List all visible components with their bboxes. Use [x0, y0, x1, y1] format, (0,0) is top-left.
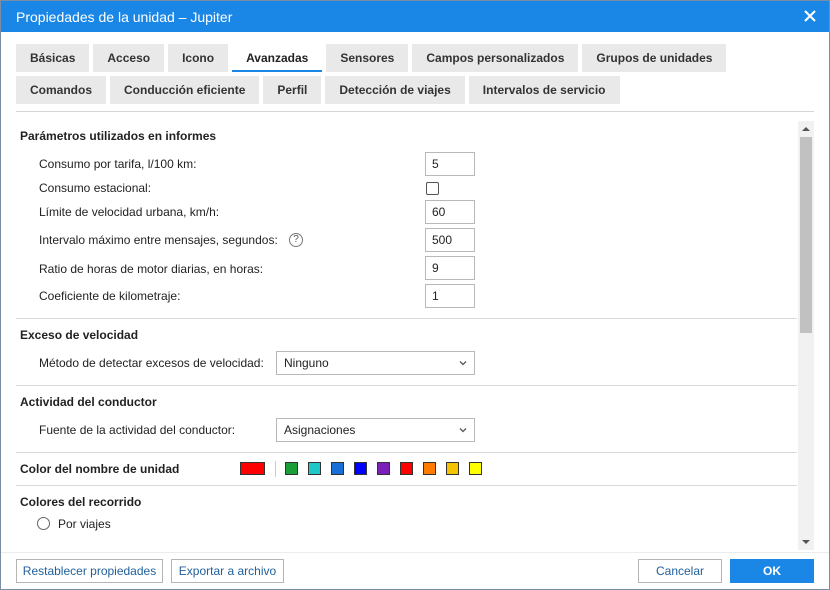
tab-grupos-de-unidades[interactable]: Grupos de unidades	[582, 44, 727, 72]
cancel-button[interactable]: Cancelar	[638, 559, 722, 583]
section-divider	[16, 385, 797, 386]
speeding-title: Exceso de velocidad	[20, 328, 139, 342]
radio-by-trips-label: Por viajes	[58, 517, 111, 531]
color-swatch[interactable]	[469, 462, 482, 475]
section-divider	[16, 452, 797, 453]
tab-acceso[interactable]: Acceso	[93, 44, 165, 72]
max-message-interval-input[interactable]: 500	[425, 228, 475, 252]
chevron-down-icon	[459, 361, 467, 366]
mileage-coefficient-input[interactable]: 1	[425, 284, 475, 308]
title-bar: Propiedades de la unidad – Jupiter	[1, 1, 829, 32]
close-icon[interactable]	[801, 7, 819, 25]
help-icon[interactable]: ?	[289, 233, 303, 247]
speeding-method-label: Método de detectar excesos de velocidad:	[39, 356, 264, 370]
content-scrollbar[interactable]	[798, 121, 814, 550]
export-to-file-button[interactable]: Exportar a archivo	[171, 559, 284, 583]
tab-perfil[interactable]: Perfil	[263, 76, 322, 104]
tab-icono[interactable]: Icono	[168, 44, 229, 72]
fuel-consumption-input[interactable]: 5	[425, 152, 475, 176]
max-message-interval-label: Intervalo máximo entre mensajes, segundo…	[39, 233, 278, 247]
driver-activity-title: Actividad del conductor	[20, 395, 157, 409]
advanced-settings-panel: Parámetros utilizados en informes Consum…	[16, 121, 797, 551]
driver-activity-source-value: Asignaciones	[284, 423, 356, 437]
tab-row-2: Comandos Conducción eficiente Perfil Det…	[16, 76, 816, 104]
tab-deteccion-de-viajes[interactable]: Detección de viajes	[325, 76, 465, 104]
palette-divider	[275, 461, 276, 477]
driver-activity-source-label: Fuente de la actividad del conductor:	[39, 423, 236, 437]
color-swatch[interactable]	[377, 462, 390, 475]
speeding-method-select[interactable]: Ninguno	[276, 351, 475, 375]
fuel-consumption-label: Consumo por tarifa, l/100 km:	[39, 157, 197, 171]
tab-conduccion-eficiente[interactable]: Conducción eficiente	[110, 76, 260, 104]
section-divider	[16, 485, 797, 486]
color-swatch[interactable]	[354, 462, 367, 475]
color-swatch[interactable]	[331, 462, 344, 475]
tab-comandos[interactable]: Comandos	[16, 76, 107, 104]
reset-properties-button[interactable]: Restablecer propiedades	[16, 559, 163, 583]
seasonal-consumption-checkbox[interactable]	[426, 182, 439, 195]
tab-sensores[interactable]: Sensores	[326, 44, 409, 72]
color-swatch[interactable]	[285, 462, 298, 475]
engine-hours-ratio-input[interactable]: 9	[425, 256, 475, 280]
report-params-title: Parámetros utilizados en informes	[20, 129, 217, 143]
color-swatch[interactable]	[423, 462, 436, 475]
selected-color-swatch[interactable]	[240, 462, 265, 475]
unit-name-color-title: Color del nombre de unidad	[20, 462, 180, 476]
mileage-coefficient-label: Coeficiente de kilometraje:	[39, 289, 181, 303]
unit-properties-dialog: Propiedades de la unidad – Jupiter Básic…	[0, 0, 830, 590]
chevron-down-icon	[459, 428, 467, 433]
color-palette	[240, 461, 482, 478]
seasonal-consumption-label: Consumo estacional:	[39, 181, 152, 195]
color-swatch[interactable]	[446, 462, 459, 475]
ok-button[interactable]: OK	[730, 559, 814, 583]
tabs-divider	[16, 111, 814, 112]
footer-divider	[1, 552, 829, 553]
color-swatch[interactable]	[308, 462, 321, 475]
speeding-method-value: Ninguno	[284, 356, 329, 370]
track-colors-title: Colores del recorrido	[20, 495, 142, 509]
section-divider	[16, 318, 797, 319]
scroll-thumb[interactable]	[800, 137, 812, 333]
tab-row-1: Básicas Acceso Icono Avanzadas Sensores …	[16, 44, 816, 72]
dialog-title: Propiedades de la unidad – Jupiter	[16, 9, 233, 25]
tab-intervalos-de-servicio[interactable]: Intervalos de servicio	[468, 76, 620, 104]
radio-by-trips[interactable]	[37, 517, 50, 530]
tab-campos-personalizados[interactable]: Campos personalizados	[412, 44, 579, 72]
scroll-up-icon[interactable]	[802, 125, 810, 133]
color-swatch[interactable]	[400, 462, 413, 475]
scroll-down-icon[interactable]	[802, 538, 810, 546]
driver-activity-source-select[interactable]: Asignaciones	[276, 418, 475, 442]
tab-basicas[interactable]: Básicas	[16, 44, 90, 72]
tab-avanzadas[interactable]: Avanzadas	[232, 44, 323, 72]
tab-bar: Básicas Acceso Icono Avanzadas Sensores …	[16, 44, 816, 108]
engine-hours-ratio-label: Ratio de horas de motor diarias, en hora…	[39, 262, 264, 276]
urban-speed-limit-label: Límite de velocidad urbana, km/h:	[39, 205, 220, 219]
urban-speed-limit-input[interactable]: 60	[425, 200, 475, 224]
